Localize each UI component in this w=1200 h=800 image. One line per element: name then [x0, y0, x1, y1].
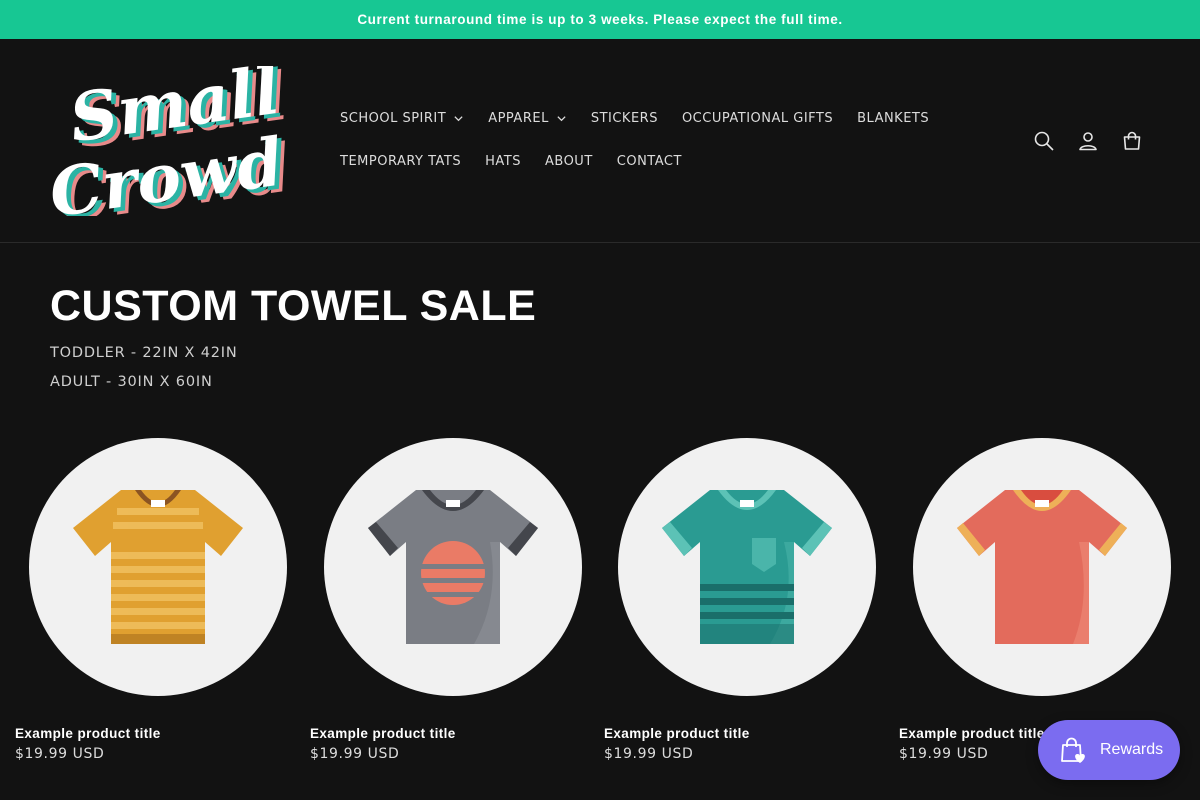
product-image[interactable]	[618, 438, 876, 696]
nav-item-school-spirit[interactable]: SCHOOL SPIRIT	[328, 97, 476, 140]
nav-item-apparel[interactable]: APPAREL	[476, 97, 579, 140]
nav-label: APPAREL	[488, 111, 549, 126]
nav-item-contact[interactable]: CONTACT	[605, 140, 694, 183]
shopping-bag-heart-icon	[1061, 737, 1085, 763]
chevron-down-icon	[556, 113, 567, 124]
tshirt-icon	[368, 490, 538, 644]
product-title[interactable]: Example product title	[899, 726, 1045, 741]
nav-label: TEMPORARY TATS	[340, 154, 462, 169]
product-image[interactable]	[29, 438, 287, 696]
tshirt-icon	[662, 490, 832, 644]
collection-description-line-2: ADULT - 30IN X 60IN	[50, 374, 213, 390]
nav-label: ABOUT	[544, 154, 593, 169]
header-icons	[1022, 119, 1154, 163]
product-price: $19.99 USD	[15, 746, 105, 762]
store-logo[interactable]: Small Small Small Crowd Crowd Crowd	[48, 66, 304, 216]
nav-row-1: SCHOOL SPIRIT APPAREL STICKERS OCCUPATIO…	[328, 97, 968, 140]
nav-item-about[interactable]: ABOUT	[533, 140, 605, 183]
search-icon[interactable]	[1022, 119, 1066, 163]
nav-label: BLANKETS	[857, 111, 930, 126]
product-title[interactable]: Example product title	[310, 726, 456, 741]
announcement-text: Current turnaround time is up to 3 weeks…	[357, 12, 843, 27]
collection-description-line-1: TODDLER - 22IN X 42IN	[50, 345, 238, 361]
nav-item-stickers[interactable]: STICKERS	[579, 97, 670, 140]
product-price: $19.99 USD	[899, 746, 989, 762]
logo-graphic: Small Small Small Crowd Crowd Crowd	[48, 66, 296, 216]
chevron-down-icon	[453, 113, 464, 124]
product-price: $19.99 USD	[310, 746, 400, 762]
cart-icon[interactable]	[1110, 119, 1154, 163]
nav-item-blankets[interactable]: BLANKETS	[845, 97, 941, 140]
site-header: Small Small Small Crowd Crowd Crowd SCHO…	[0, 39, 1200, 243]
nav-label: OCCUPATIONAL GIFTS	[681, 111, 834, 126]
product-price: $19.99 USD	[604, 746, 694, 762]
product-title[interactable]: Example product title	[604, 726, 750, 741]
nav-item-hats[interactable]: HATS	[473, 140, 533, 183]
nav-item-temporary-tats[interactable]: TEMPORARY TATS	[328, 140, 473, 183]
nav-label: CONTACT	[616, 154, 682, 169]
main-navigation: SCHOOL SPIRIT APPAREL STICKERS OCCUPATIO…	[328, 97, 968, 183]
product-title[interactable]: Example product title	[15, 726, 161, 741]
nav-label: HATS	[485, 154, 521, 169]
product-image[interactable]	[913, 438, 1171, 696]
nav-label: SCHOOL SPIRIT	[340, 111, 447, 126]
tshirt-icon	[957, 490, 1127, 644]
collection-title: CUSTOM TOWEL SALE	[50, 282, 537, 330]
tshirt-icon	[73, 490, 243, 644]
nav-label: STICKERS	[590, 111, 658, 126]
account-icon[interactable]	[1066, 119, 1110, 163]
rewards-label: Rewards	[1100, 741, 1164, 758]
rewards-button[interactable]: Rewards	[1038, 720, 1180, 780]
nav-row-2: TEMPORARY TATS HATS ABOUT CONTACT	[328, 140, 968, 183]
announcement-bar: Current turnaround time is up to 3 weeks…	[0, 0, 1200, 39]
nav-item-occupational-gifts[interactable]: OCCUPATIONAL GIFTS	[670, 97, 845, 140]
product-image[interactable]	[324, 438, 582, 696]
